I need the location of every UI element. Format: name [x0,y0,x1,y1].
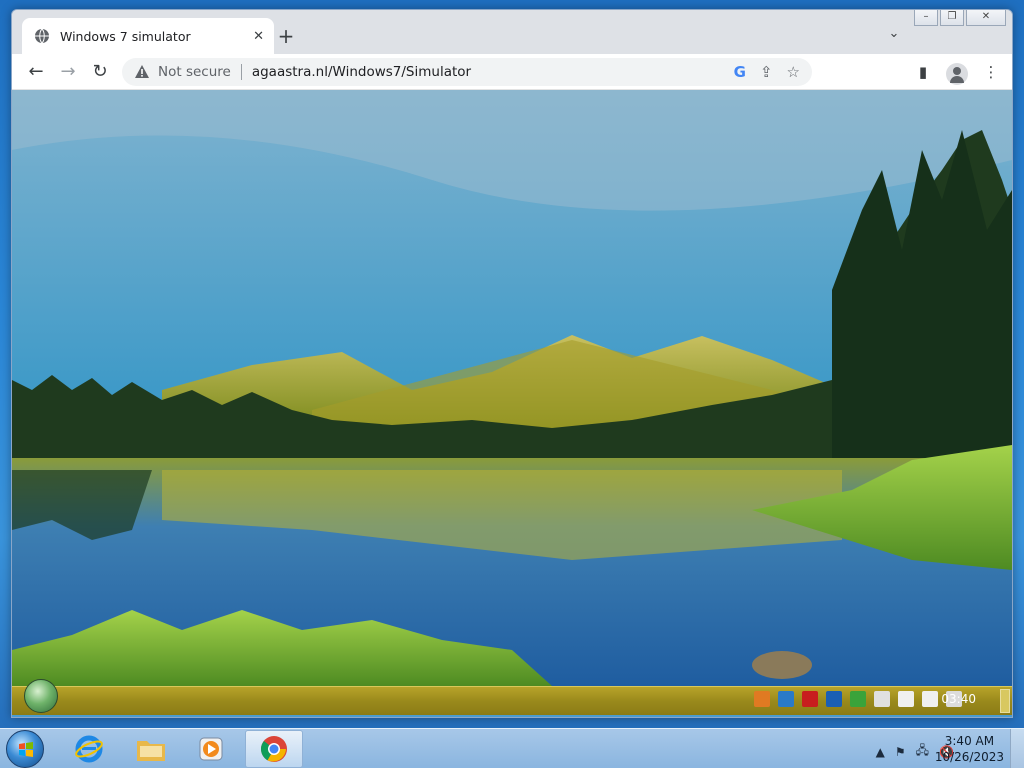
system-clock[interactable]: 3:40 AM 10/26/2023 [935,733,1004,765]
share-icon[interactable]: ⇪ [760,63,773,81]
new-tab-button[interactable]: + [274,24,298,48]
network-icon[interactable]: 🖧 [916,741,929,762]
menu-kebab-icon[interactable]: ⋮ [980,58,1002,86]
warning-icon [135,64,149,78]
window-controls: – ❐ ✕ [914,10,1006,26]
simulator-start-orb[interactable] [24,679,58,713]
close-window-button[interactable]: ✕ [966,10,1006,26]
security-label[interactable]: Not secure [158,64,231,80]
page-viewport: 03:40 [12,90,1012,717]
outlook-icon[interactable] [826,691,842,707]
desktop-wallpaper [12,90,1012,686]
ie-tray-icon[interactable] [778,691,794,707]
reload-button[interactable]: ↻ [84,58,116,86]
simulator-tray [754,691,962,707]
tab-close-icon[interactable]: ✕ [253,29,264,44]
internet-explorer-icon [75,735,103,763]
omnibox-actions: G ⇪ ☆ [734,63,800,81]
clock-date: 10/26/2023 [934,750,1004,764]
show-desktop-button[interactable] [1010,729,1024,768]
url-text[interactable]: agaastra.nl/Windows7/Simulator [252,64,471,80]
network-icon[interactable] [922,691,938,707]
clock-time: 3:40 AM [944,734,995,748]
tab-strip: Windows 7 simulator ✕ + ⌄ – ❐ ✕ [12,10,1012,54]
minimize-button[interactable]: – [914,10,938,26]
orange-app-icon[interactable] [754,691,770,707]
tab-title: Windows 7 simulator [60,28,191,44]
omnibox-divider [240,63,242,80]
profile-avatar[interactable] [946,62,968,85]
browser-toolbar: ← → ↻ Not secure agaastra.nl/Windows7/Si… [12,54,1012,90]
bookmark-star-icon[interactable]: ☆ [787,63,800,81]
action-center-flag-icon[interactable]: ⚑ [895,745,906,759]
windows-logo-icon [19,742,33,757]
browser-window: Windows 7 simulator ✕ + ⌄ – ❐ ✕ ← → ↻ No… [11,9,1013,718]
taskbar-file-explorer[interactable] [122,730,180,768]
media-player-icon [199,737,223,761]
taskbar-media-player[interactable] [182,730,240,768]
start-button[interactable] [6,730,44,768]
action-center-flag-icon[interactable] [874,691,890,707]
taskbar-chrome[interactable] [245,730,303,768]
show-hidden-icons-chevron-icon[interactable]: ▲ [876,745,885,759]
toolbar-right: ▮ ⋮ [912,58,1002,86]
pdf-icon[interactable] [802,691,818,707]
folder-icon [137,741,165,761]
chrome-icon [260,736,287,762]
forward-button[interactable]: → [52,58,84,86]
globe-icon [35,28,49,44]
security-check-icon[interactable] [850,691,866,707]
device-icon[interactable] [898,691,914,707]
side-panel-icon[interactable]: ▮ [912,58,934,86]
tab-windows7-simulator[interactable]: Windows 7 simulator ✕ [22,18,274,54]
restore-button[interactable]: ❐ [940,10,964,26]
simulator-clock: 03:40 [941,692,976,706]
simulator-taskbar: 03:40 [12,679,1012,715]
google-translate-icon[interactable]: G [734,63,746,81]
address-bar[interactable]: Not secure agaastra.nl/Windows7/Simulato… [122,57,812,86]
back-button[interactable]: ← [20,58,52,86]
taskbar-internet-explorer[interactable] [60,730,118,768]
windows-taskbar: ▲ ⚑ 🖧 🔇 3:40 AM 10/26/2023 [0,728,1024,768]
simulator-show-desktop[interactable] [1000,689,1010,713]
tab-search-chevron-icon[interactable]: ⌄ [884,26,904,46]
